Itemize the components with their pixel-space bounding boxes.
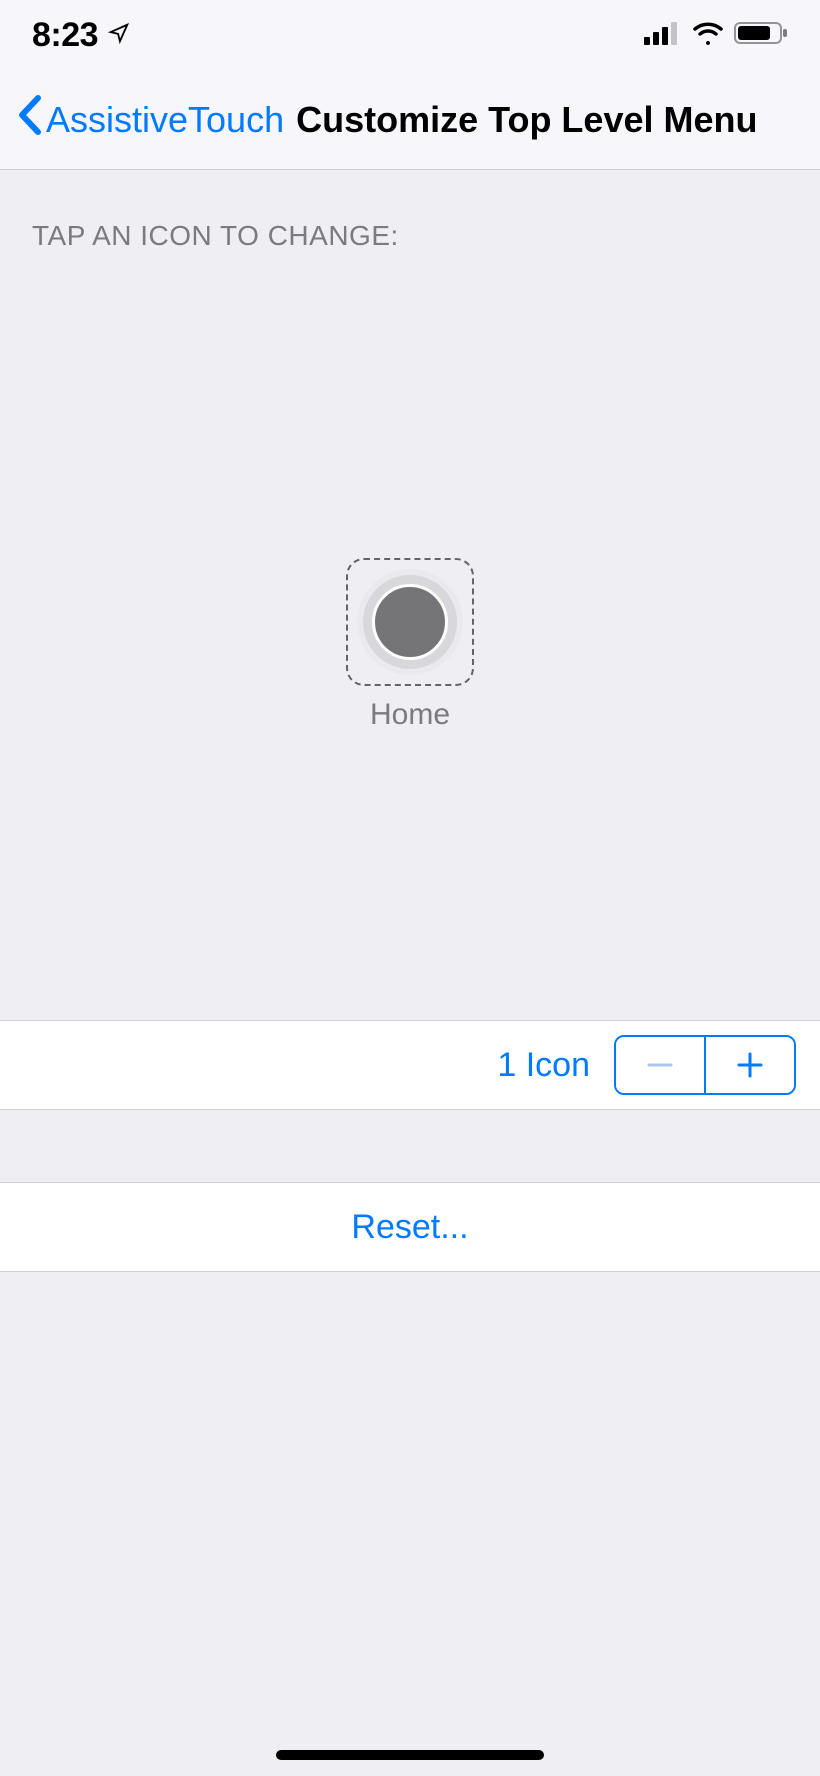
icon-slot xyxy=(346,558,474,686)
back-button[interactable]: AssistiveTouch xyxy=(16,94,284,145)
home-button-icon xyxy=(357,569,463,675)
status-bar: 8:23 xyxy=(0,0,820,70)
icon-count-label: 1 Icon xyxy=(497,1046,590,1085)
section-header: TAP AN ICON TO CHANGE: xyxy=(0,170,820,270)
icon-grid: Home xyxy=(0,270,820,1020)
status-left: 8:23 xyxy=(32,16,130,55)
battery-icon xyxy=(734,21,788,50)
back-label: AssistiveTouch xyxy=(46,99,284,141)
nav-bar: AssistiveTouch Customize Top Level Menu xyxy=(0,70,820,170)
icon-label: Home xyxy=(370,698,450,732)
reset-button[interactable]: Reset... xyxy=(0,1182,820,1272)
chevron-left-icon xyxy=(16,94,42,145)
stepper-plus-button[interactable] xyxy=(706,1037,794,1093)
location-icon xyxy=(108,22,130,49)
status-time: 8:23 xyxy=(32,16,98,55)
page-title: Customize Top Level Menu xyxy=(296,99,757,141)
stepper-minus-button[interactable] xyxy=(616,1037,704,1093)
cellular-icon xyxy=(644,21,682,50)
reset-label: Reset... xyxy=(351,1208,468,1247)
home-indicator xyxy=(276,1750,544,1760)
icon-tile-home[interactable]: Home xyxy=(346,558,474,732)
icon-count-row: 1 Icon xyxy=(0,1020,820,1110)
icon-count-stepper xyxy=(614,1035,796,1095)
wifi-icon xyxy=(692,21,724,50)
status-right xyxy=(644,21,788,50)
